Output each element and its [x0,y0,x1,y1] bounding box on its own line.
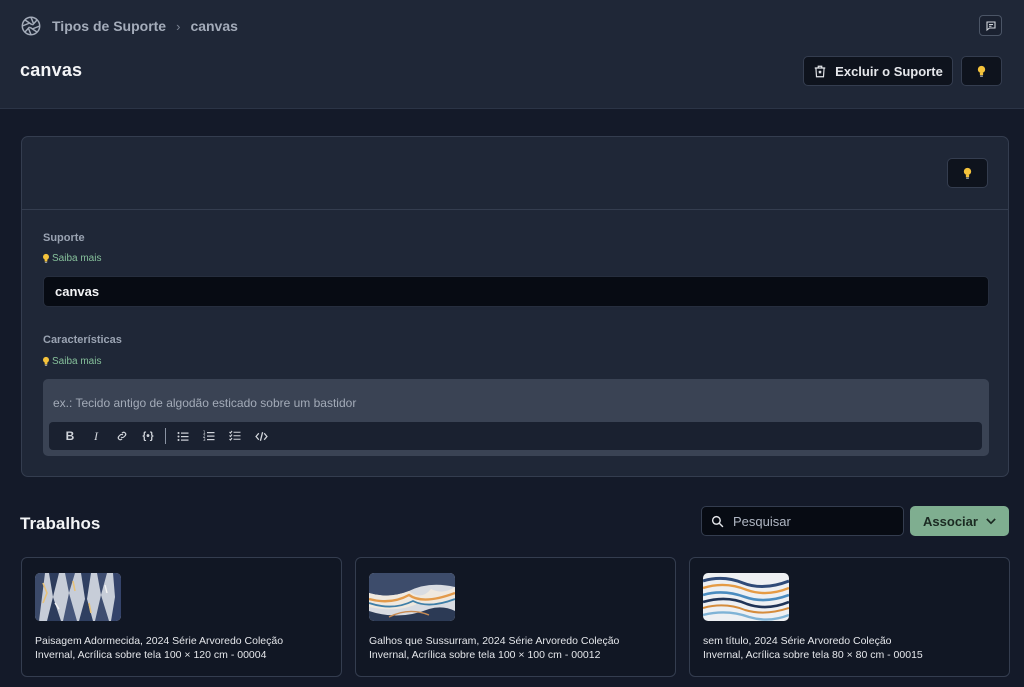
numbered-list-icon[interactable]: 1 2 3 [196,426,222,446]
caracteristicas-editor[interactable]: ex.: Tecido antigo de algodão esticado s… [43,379,989,456]
aperture-logo-icon[interactable] [20,15,42,37]
associate-label: Associar [923,513,978,529]
suporte-input[interactable]: canvas [43,276,989,307]
work-caption-0: Paisagem Adormecida, 2024 Série Arvoredo… [35,635,284,661]
code-icon[interactable] [248,426,274,446]
breadcrumb-parent[interactable]: Tipos de Suporte [52,18,166,34]
breadcrumb: Tipos de Suporte › canvas [20,14,238,38]
work-caption-1: Galhos que Sussurram, 2024 Série Arvored… [369,635,620,661]
delete-support-button[interactable]: Excluir o Suporte [803,56,953,86]
work-thumbnail-0[interactable] [35,573,121,621]
chevron-right-icon: › [176,18,181,34]
lightbulb-icon [977,65,986,77]
trash-icon [814,65,826,77]
editor-toolbar: B I {•} 1 2 3 [49,422,982,450]
message-icon [985,20,996,31]
works-section-title: Trabalhos [20,514,101,533]
work-caption-2: sem título, 2024 Série Arvoredo Coleção … [703,635,923,661]
work-thumbnail-2[interactable] [703,573,789,621]
variable-icon[interactable]: {•} [135,426,161,446]
lightbulb-icon [963,167,972,179]
work-thumbnail-1[interactable] [369,573,455,621]
italic-icon[interactable]: I [83,426,109,446]
suporte-label: Suporte [43,232,85,244]
page-title: canvas [20,60,83,80]
bullet-list-icon[interactable] [170,426,196,446]
delete-support-label: Excluir o Suporte [835,63,943,79]
checklist-icon[interactable] [222,426,248,446]
work-card-1[interactable]: Galhos que Sussurram, 2024 Série Arvored… [355,557,676,677]
card-tips-button[interactable] [947,158,988,188]
search-icon [711,515,724,527]
bold-icon[interactable]: B [57,426,83,446]
top-bar: Tipos de Suporte › canvas canvas Excluir… [0,0,1024,109]
lightbulb-icon [43,253,49,263]
breadcrumb-current: canvas [190,18,238,34]
comments-button[interactable] [979,15,1002,36]
work-card-0[interactable]: Paisagem Adormecida, 2024 Série Arvoredo… [21,557,342,677]
works-search[interactable] [701,506,904,536]
caracteristicas-label: Características [43,334,122,346]
caracteristicas-learn-more-link[interactable]: Saiba mais [42,356,101,367]
tips-button[interactable] [961,56,1002,86]
associate-button[interactable]: Associar [910,506,1009,536]
lightbulb-icon [43,356,49,366]
toolbar-divider [165,428,166,444]
support-form-card: Suporte Saiba mais canvas Característica… [21,136,1009,477]
work-card-2[interactable]: sem título, 2024 Série Arvoredo Coleção … [689,557,1010,677]
suporte-learn-more-link[interactable]: Saiba mais [42,253,101,264]
suporte-learn-more-label: Saiba mais [52,253,102,264]
card-header [22,137,1008,210]
caracteristicas-learn-more-label: Saiba mais [52,356,102,367]
works-search-input[interactable] [733,513,883,529]
chevron-down-icon [986,517,996,524]
editor-placeholder: ex.: Tecido antigo de algodão esticado s… [53,396,357,410]
link-icon[interactable] [109,426,135,446]
svg-text:3: 3 [203,437,206,442]
